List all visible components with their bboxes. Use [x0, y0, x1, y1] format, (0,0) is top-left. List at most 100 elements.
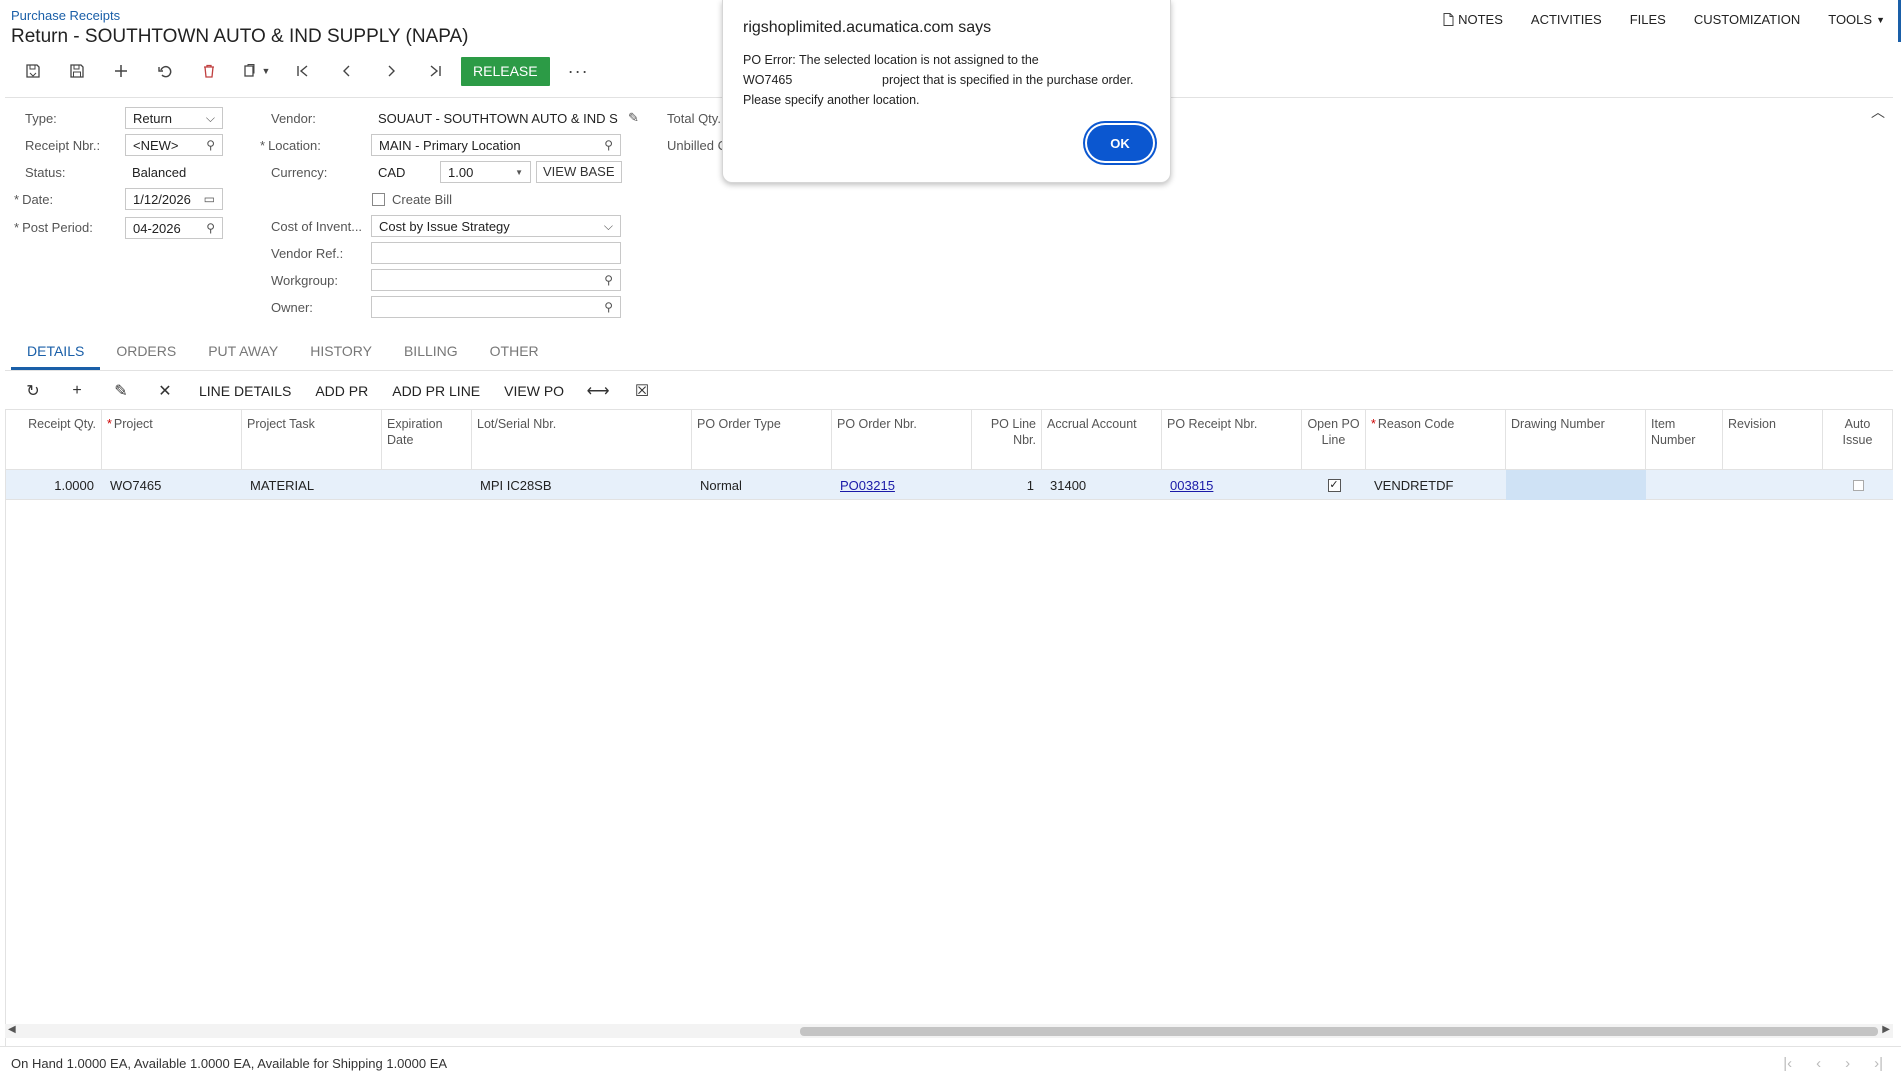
- fit-columns-icon[interactable]: ⟷: [576, 376, 620, 406]
- calendar-icon[interactable]: ▭: [204, 192, 215, 206]
- search-icon[interactable]: ⚲: [206, 221, 215, 235]
- copy-paste-icon[interactable]: ▼: [231, 56, 281, 86]
- col-po-order-nbr[interactable]: PO Order Nbr.: [832, 410, 972, 470]
- col-po-receipt-nbr[interactable]: PO Receipt Nbr.: [1162, 410, 1302, 470]
- last-page-icon[interactable]: ›|: [1874, 1055, 1883, 1072]
- cell-drawing-number[interactable]: [1506, 470, 1646, 500]
- scrollbar-thumb[interactable]: [800, 1027, 1878, 1036]
- receipt-nbr-field[interactable]: <NEW> ⚲: [125, 134, 223, 156]
- cell-auto-issue[interactable]: [1823, 470, 1893, 500]
- prev-page-icon[interactable]: ‹: [1816, 1055, 1821, 1072]
- col-drawing-number[interactable]: Drawing Number: [1506, 410, 1646, 470]
- cell-lot-serial[interactable]: MPI IC28SB: [472, 470, 692, 500]
- search-icon[interactable]: ⚲: [604, 138, 613, 152]
- vendor-ref-input[interactable]: [371, 242, 621, 264]
- cell-project[interactable]: WO7465: [102, 470, 242, 500]
- cell-po-order-type[interactable]: Normal: [692, 470, 832, 500]
- release-button[interactable]: RELEASE: [461, 56, 550, 86]
- activities-button[interactable]: ACTIVITIES: [1531, 12, 1602, 27]
- next-record-icon[interactable]: [369, 56, 413, 86]
- line-details-button[interactable]: LINE DETAILS: [187, 383, 303, 399]
- next-page-icon[interactable]: ›: [1845, 1055, 1850, 1072]
- horizontal-scrollbar[interactable]: ◀ ▶: [5, 1024, 1893, 1038]
- view-po-button[interactable]: VIEW PO: [492, 383, 576, 399]
- export-excel-icon[interactable]: ☒: [620, 376, 664, 406]
- tab-other[interactable]: OTHER: [474, 336, 555, 370]
- col-receipt-qty[interactable]: Receipt Qty.: [6, 410, 102, 470]
- col-po-line-nbr[interactable]: PO Line Nbr.: [972, 410, 1042, 470]
- col-accrual-account[interactable]: Accrual Account: [1042, 410, 1162, 470]
- cell-project-task[interactable]: MATERIAL: [242, 470, 382, 500]
- tab-history[interactable]: HISTORY: [294, 336, 388, 370]
- post-period-field[interactable]: 04-2026 ⚲: [125, 217, 223, 239]
- owner-field[interactable]: ⚲: [371, 296, 621, 318]
- create-bill-checkbox[interactable]: [372, 193, 385, 206]
- col-auto-issue[interactable]: Auto Issue: [1823, 410, 1893, 470]
- first-page-icon[interactable]: |‹: [1783, 1055, 1792, 1072]
- save-close-icon[interactable]: [11, 56, 55, 86]
- search-icon[interactable]: ⚲: [604, 300, 613, 314]
- first-record-icon[interactable]: [281, 56, 325, 86]
- col-revision[interactable]: Revision: [1723, 410, 1823, 470]
- more-actions-button[interactable]: ···: [568, 61, 589, 82]
- col-reason-code[interactable]: * Reason Code: [1366, 410, 1506, 470]
- col-lot-serial[interactable]: Lot/Serial Nbr.: [472, 410, 692, 470]
- notes-button[interactable]: NOTES: [1443, 12, 1503, 27]
- delete-row-icon[interactable]: ✕: [143, 376, 187, 406]
- tab-put-away[interactable]: PUT AWAY: [192, 336, 294, 370]
- cost-of-inventory-select[interactable]: Cost by Issue Strategy ⌵: [371, 215, 621, 237]
- add-pr-line-button[interactable]: ADD PR LINE: [380, 383, 492, 399]
- checked-checkbox-icon[interactable]: ✓: [1327, 478, 1341, 492]
- ok-button[interactable]: OK: [1087, 125, 1153, 161]
- col-po-order-type[interactable]: PO Order Type: [692, 410, 832, 470]
- po-order-link[interactable]: PO03215: [840, 478, 895, 493]
- undo-icon[interactable]: [143, 56, 187, 86]
- delete-icon[interactable]: [187, 56, 231, 86]
- last-record-icon[interactable]: [413, 56, 457, 86]
- vendor-value[interactable]: SOUAUT - SOUTHTOWN AUTO & IND S: [371, 107, 621, 129]
- edit-pencil-icon[interactable]: ✎: [628, 110, 639, 126]
- location-field[interactable]: MAIN - Primary Location ⚲: [371, 134, 621, 156]
- workgroup-field[interactable]: ⚲: [371, 269, 621, 291]
- cell-accrual-account[interactable]: 31400: [1042, 470, 1162, 500]
- po-receipt-link[interactable]: 003815: [1170, 478, 1213, 493]
- collapse-chevron-icon[interactable]: ︿: [1871, 102, 1885, 122]
- search-icon[interactable]: ⚲: [604, 273, 613, 287]
- view-base-button[interactable]: VIEW BASE: [536, 161, 622, 183]
- cell-reason-code[interactable]: VENDRETDF: [1366, 470, 1506, 500]
- cell-po-line-nbr[interactable]: 1: [972, 470, 1042, 500]
- cell-po-order-nbr[interactable]: PO03215: [832, 470, 972, 500]
- files-button[interactable]: FILES: [1630, 12, 1666, 27]
- col-expiration-date[interactable]: Expiration Date: [382, 410, 472, 470]
- scroll-right-arrow-icon[interactable]: ▶: [1882, 1024, 1890, 1035]
- refresh-icon[interactable]: ↻: [11, 376, 55, 406]
- cell-receipt-qty[interactable]: 1.0000: [6, 470, 102, 500]
- tab-billing[interactable]: BILLING: [388, 336, 474, 370]
- tools-button[interactable]: TOOLS ▼: [1828, 12, 1885, 27]
- col-open-po-line[interactable]: Open PO Line: [1302, 410, 1366, 470]
- add-pr-button[interactable]: ADD PR: [303, 383, 380, 399]
- cell-revision[interactable]: [1723, 470, 1823, 500]
- date-field[interactable]: 1/12/2026 ▭: [125, 188, 223, 210]
- edit-icon[interactable]: ✎: [99, 376, 143, 406]
- customization-button[interactable]: CUSTOMIZATION: [1694, 12, 1800, 27]
- col-item-number[interactable]: Item Number: [1646, 410, 1723, 470]
- cell-po-receipt-nbr[interactable]: 003815: [1162, 470, 1302, 500]
- cell-open-po-line[interactable]: ✓: [1302, 470, 1366, 500]
- currency-rate-select[interactable]: 1.00 ▼: [440, 161, 531, 183]
- previous-record-icon[interactable]: [325, 56, 369, 86]
- tab-orders[interactable]: ORDERS: [100, 336, 192, 370]
- search-icon[interactable]: ⚲: [206, 138, 215, 152]
- tab-details[interactable]: DETAILS: [11, 336, 101, 370]
- add-row-icon[interactable]: +: [55, 376, 99, 406]
- cell-item-number[interactable]: [1646, 470, 1723, 500]
- type-select[interactable]: Return ⌵: [125, 107, 223, 129]
- breadcrumb[interactable]: Purchase Receipts: [11, 8, 120, 23]
- scroll-left-arrow-icon[interactable]: ◀: [8, 1024, 16, 1035]
- add-icon[interactable]: [99, 56, 143, 86]
- save-icon[interactable]: [55, 56, 99, 86]
- unchecked-checkbox-icon[interactable]: [1852, 479, 1864, 491]
- cell-expiration-date[interactable]: [382, 470, 472, 500]
- col-project-task[interactable]: Project Task: [242, 410, 382, 470]
- col-project[interactable]: * Project: [102, 410, 242, 470]
